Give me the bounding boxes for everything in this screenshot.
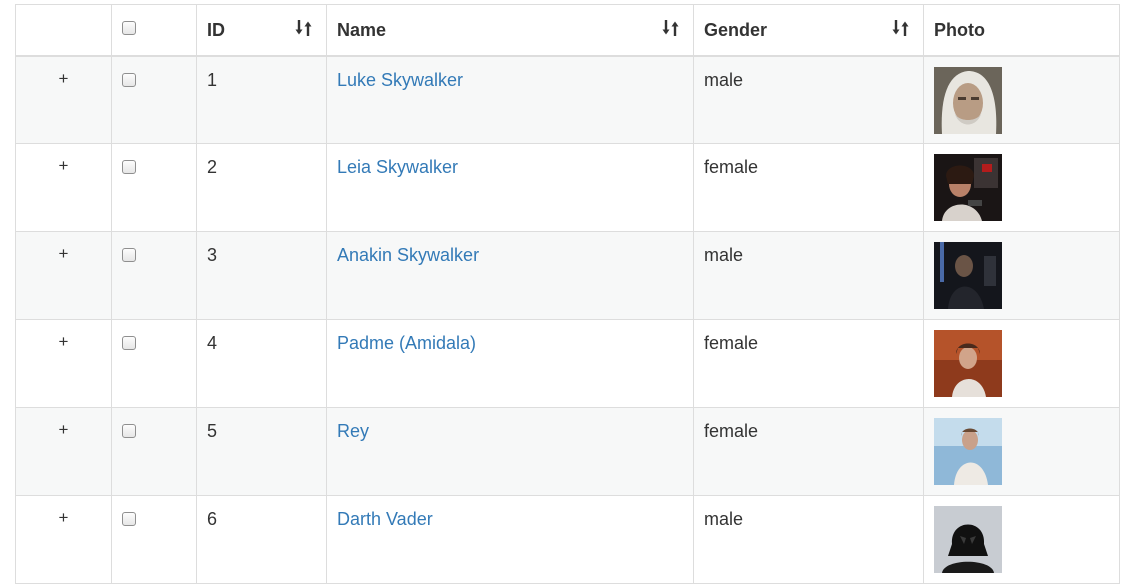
photo-column-header: Photo [923, 4, 1120, 57]
id-cell: 3 [196, 231, 327, 320]
gender-cell: male [693, 231, 924, 320]
table-row: + 2 Leia Skywalker female [15, 143, 1120, 232]
gender-cell: female [693, 319, 924, 408]
row-id: 4 [207, 333, 218, 353]
id-cell: 1 [196, 55, 327, 144]
photo-cell [923, 55, 1120, 144]
select-all-column-header [111, 4, 197, 57]
characters-table-container: ID Name Gender Photo + 1 Luke Skywalker … [15, 4, 1120, 584]
table-row: + 6 Darth Vader male [15, 495, 1120, 584]
row-gender: female [704, 333, 759, 353]
character-name-link[interactable]: Rey [337, 421, 369, 441]
table-row: + 1 Luke Skywalker male [15, 55, 1120, 144]
row-gender: female [704, 157, 759, 177]
gender-header-label: Gender [704, 20, 768, 40]
header-row: ID Name Gender Photo [15, 4, 1120, 57]
row-checkbox[interactable] [122, 336, 136, 350]
character-photo [934, 66, 1002, 134]
photo-cell [923, 495, 1120, 584]
row-gender: female [704, 421, 759, 441]
gender-cell: male [693, 495, 924, 584]
table-row: + 3 Anakin Skywalker male [15, 231, 1120, 320]
table-header: ID Name Gender Photo [15, 4, 1120, 57]
row-gender: male [704, 245, 744, 265]
character-name-link[interactable]: Darth Vader [337, 509, 433, 529]
gender-cell: male [693, 55, 924, 144]
table-row: + 5 Rey female [15, 407, 1120, 496]
select-cell [111, 55, 197, 144]
character-name-link[interactable]: Padme (Amidala) [337, 333, 476, 353]
character-name-link[interactable]: Anakin Skywalker [337, 245, 479, 265]
row-id: 1 [207, 69, 218, 90]
name-cell: Rey [326, 407, 694, 496]
select-cell [111, 407, 197, 496]
character-photo [934, 330, 1002, 397]
id-header-label: ID [207, 20, 225, 40]
row-gender: male [704, 509, 744, 529]
select-cell [111, 495, 197, 584]
expand-row-toggle[interactable]: + [59, 332, 69, 351]
expand-cell: + [15, 407, 112, 496]
name-cell: Darth Vader [326, 495, 694, 584]
expand-row-toggle[interactable]: + [59, 69, 69, 88]
select-cell [111, 231, 197, 320]
row-checkbox[interactable] [122, 248, 136, 262]
character-photo [934, 154, 1002, 221]
name-cell: Anakin Skywalker [326, 231, 694, 320]
expand-row-toggle[interactable]: + [59, 156, 69, 175]
name-cell: Luke Skywalker [326, 55, 694, 144]
photo-cell [923, 319, 1120, 408]
expand-cell: + [15, 495, 112, 584]
gender-column-header[interactable]: Gender [693, 4, 924, 57]
row-checkbox[interactable] [122, 72, 136, 87]
id-cell: 6 [196, 495, 327, 584]
expand-row-toggle[interactable]: + [59, 420, 69, 439]
select-all-checkbox[interactable] [122, 21, 136, 35]
sort-icon[interactable] [891, 18, 911, 38]
id-cell: 2 [196, 143, 327, 232]
id-column-header[interactable]: ID [196, 4, 327, 57]
expand-cell: + [15, 55, 112, 144]
sort-icon[interactable] [294, 18, 314, 38]
table-row: + 4 Padme (Amidala) female [15, 319, 1120, 408]
row-gender: male [704, 69, 744, 90]
row-id: 2 [207, 157, 218, 177]
select-cell [111, 143, 197, 232]
character-name-link[interactable]: Leia Skywalker [337, 157, 458, 177]
expand-row-toggle[interactable]: + [59, 508, 69, 527]
gender-cell: female [693, 407, 924, 496]
expand-column-header [15, 4, 112, 57]
row-checkbox[interactable] [122, 160, 136, 174]
character-name-link[interactable]: Luke Skywalker [337, 70, 463, 90]
expand-cell: + [15, 231, 112, 320]
expand-cell: + [15, 319, 112, 408]
character-photo [934, 506, 1002, 573]
name-cell: Padme (Amidala) [326, 319, 694, 408]
photo-cell [923, 407, 1120, 496]
row-id: 6 [207, 509, 218, 529]
id-cell: 5 [196, 407, 327, 496]
name-column-header[interactable]: Name [326, 4, 694, 57]
character-photo [934, 242, 1002, 309]
row-checkbox[interactable] [122, 424, 136, 438]
photo-cell [923, 143, 1120, 232]
select-cell [111, 319, 197, 408]
row-id: 5 [207, 421, 218, 441]
character-photo [934, 418, 1002, 485]
characters-table: ID Name Gender Photo + 1 Luke Skywalker … [15, 4, 1120, 584]
photo-header-label: Photo [934, 20, 985, 40]
row-checkbox[interactable] [122, 512, 136, 526]
expand-row-toggle[interactable]: + [59, 244, 69, 263]
gender-cell: female [693, 143, 924, 232]
name-cell: Leia Skywalker [326, 143, 694, 232]
photo-cell [923, 231, 1120, 320]
sort-icon[interactable] [661, 18, 681, 38]
name-header-label: Name [337, 20, 387, 40]
id-cell: 4 [196, 319, 327, 408]
row-id: 3 [207, 245, 218, 265]
table-body: + 1 Luke Skywalker male + 2 Leia Skywalk… [15, 55, 1120, 584]
expand-cell: + [15, 143, 112, 232]
